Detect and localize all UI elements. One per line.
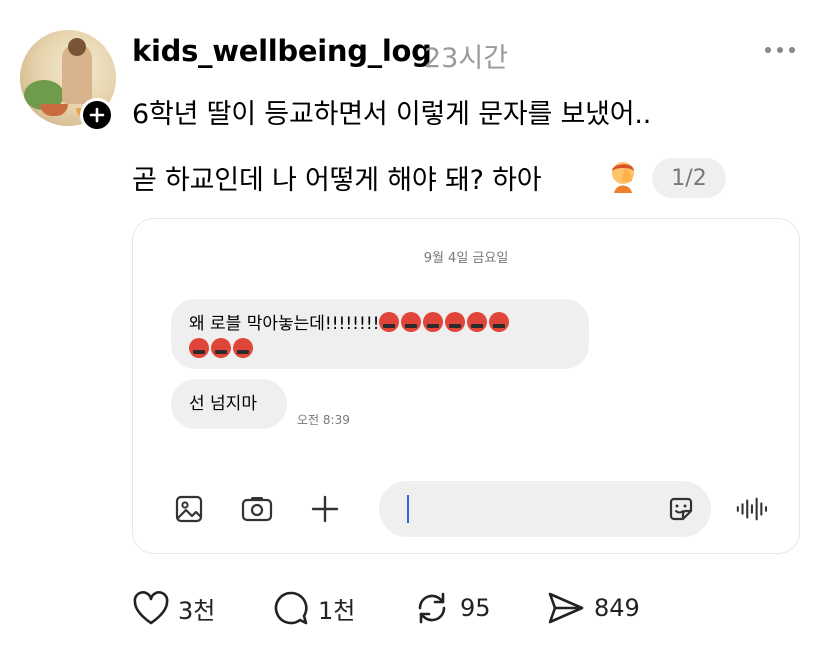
more-horizontal-icon	[765, 47, 771, 53]
post-text-line2: 곧 하교인데 나 어떻게 해야 돼? 하아	[132, 165, 542, 196]
voice-button[interactable]	[735, 493, 767, 525]
message-input[interactable]	[379, 481, 711, 537]
attached-image[interactable]: 9월 4일 금요일 왜 로블 막아놓는데!!!!!!!! 선 넘지마 오전 8:…	[132, 218, 800, 554]
sticker-button[interactable]	[665, 493, 697, 525]
post-time: 23시간	[424, 43, 509, 74]
post-text-line1: 6학년 딸이 등교하면서 이렇게 문자를 보냈어..	[132, 99, 652, 130]
angry-face-emoji	[401, 312, 422, 332]
message-bubble: 왜 로블 막아놓는데!!!!!!!!	[171, 299, 589, 369]
angry-face-emoji	[467, 312, 488, 332]
angry-face-emoji	[211, 338, 231, 358]
image-icon	[175, 495, 203, 523]
angry-face-emoji	[423, 312, 444, 332]
avatar-head	[68, 38, 86, 56]
voice-wave-icon	[736, 497, 767, 521]
camera-button[interactable]	[241, 493, 273, 525]
angry-face-emoji	[445, 312, 466, 332]
comment-button[interactable]: 1천	[272, 586, 355, 630]
more-options-button[interactable]	[765, 44, 801, 56]
add-button[interactable]	[309, 493, 341, 525]
angry-face-emoji	[379, 312, 400, 332]
chat-toolbar	[171, 481, 771, 537]
more-horizontal-icon	[789, 47, 795, 53]
like-count: 3천	[178, 596, 216, 625]
heart-icon	[133, 591, 169, 625]
more-horizontal-icon	[777, 47, 783, 53]
username[interactable]: kids_wellbeing_log	[132, 34, 432, 68]
message-text: 왜 로블 막아놓는데!!!!!!!!	[189, 314, 380, 334]
plus-icon	[311, 495, 339, 523]
share-button[interactable]: 849	[546, 586, 640, 630]
message-text: 선 넘지마	[189, 394, 257, 414]
share-count: 849	[594, 594, 640, 622]
face-palm-emoji	[612, 162, 634, 193]
sticker-icon	[669, 497, 693, 521]
repost-icon	[418, 592, 446, 624]
angry-face-emoji	[189, 338, 209, 358]
repost-count: 95	[460, 594, 491, 622]
plus-icon	[89, 107, 105, 123]
comment-icon	[274, 591, 308, 625]
comment-count: 1천	[318, 596, 356, 625]
camera-icon	[241, 497, 273, 522]
avatar-bowl	[40, 104, 68, 116]
angry-face-emoji	[489, 312, 510, 332]
post-actions: 3천 1천 95 849	[132, 586, 732, 630]
image-counter: 1/2	[652, 158, 726, 198]
angry-face-emoji	[233, 338, 253, 358]
message-time: 오전 8:39	[297, 413, 350, 427]
chat-date: 9월 4일 금요일	[423, 251, 509, 266]
send-icon	[548, 592, 584, 624]
like-button[interactable]: 3천	[132, 586, 215, 630]
gallery-button[interactable]	[173, 493, 205, 525]
message-bubble: 선 넘지마	[171, 379, 287, 429]
follow-button[interactable]	[80, 98, 114, 132]
repost-button[interactable]: 95	[412, 586, 491, 630]
text-caret	[407, 495, 409, 523]
